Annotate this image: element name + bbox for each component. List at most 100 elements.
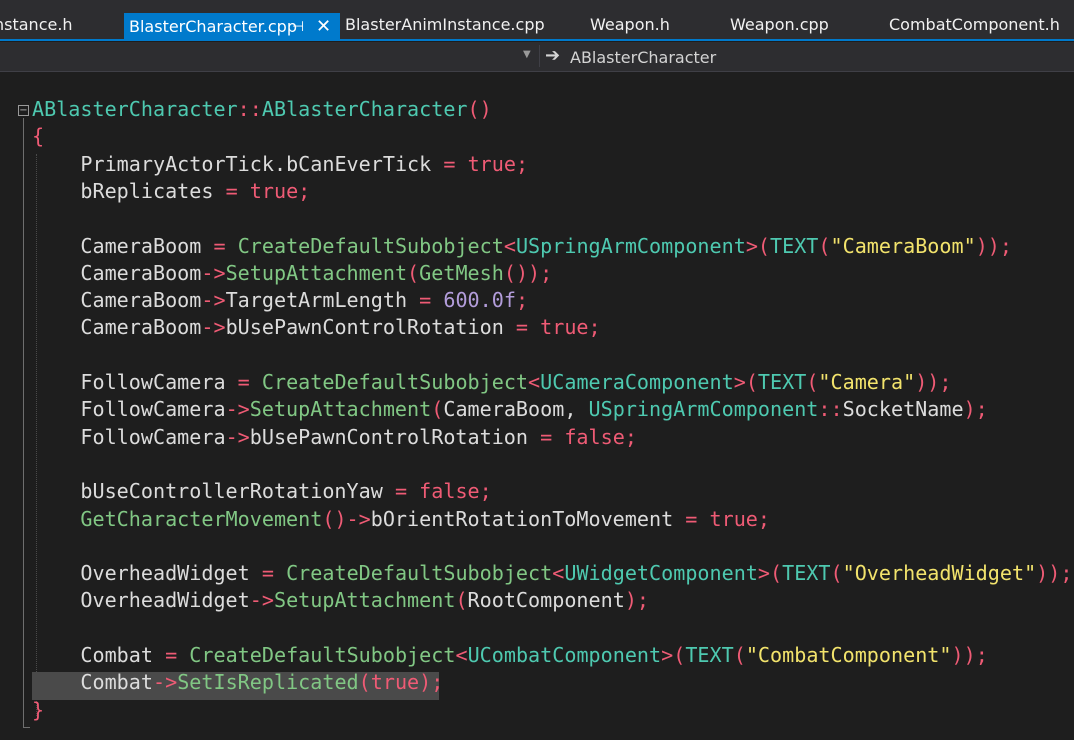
code-token: , — [564, 397, 589, 422]
tab-weapon-cpp[interactable]: Weapon.cpp — [730, 11, 829, 39]
tab-label: BlasterAnimInstance.cpp — [345, 15, 545, 34]
code-token: TEXT — [685, 643, 734, 667]
code-token: "CombatComponent" — [745, 643, 952, 667]
code-token: )); — [951, 643, 988, 667]
code-token: >( — [733, 370, 758, 394]
code-token: -> — [249, 588, 274, 613]
code-token: "OverheadWidget" — [842, 561, 1037, 586]
navbar-divider — [539, 45, 540, 67]
code-line[interactable]: PrimaryActorTick.bCanEverTick = true; — [32, 151, 528, 178]
code-token: ( — [455, 588, 468, 613]
tab-weapon-h[interactable]: Weapon.h — [590, 11, 670, 39]
member-dropdown[interactable]: ABlasterCharacter — [570, 48, 716, 68]
tab-instance-h[interactable]: nstance.h — [0, 11, 104, 39]
code-token: = — [261, 561, 274, 586]
code-token: USpringArmComponent — [515, 233, 746, 258]
code-line[interactable]: GetCharacterMovement()->bOrientRotationT… — [32, 506, 770, 533]
code-line[interactable]: FollowCamera->bUsePawnControlRotation = … — [32, 424, 637, 451]
tab-label: CombatComponent.h — [889, 15, 1060, 34]
code-line[interactable]: OverheadWidget->SetupAttachment(RootComp… — [32, 587, 649, 614]
code-token: ); — [963, 397, 988, 422]
code-token: CameraBoom — [443, 397, 565, 422]
code-token: -> — [152, 670, 178, 695]
code-token: = — [515, 315, 529, 340]
code-token: = — [394, 479, 408, 504]
code-token: ()); — [503, 260, 553, 285]
code-line[interactable]: Combat = CreateDefaultSubobject<UCombatC… — [32, 642, 988, 669]
code-token: < — [552, 561, 565, 586]
code-line[interactable]: { — [32, 123, 44, 150]
code-token: FollowCamera — [32, 424, 226, 449]
code-token: ABlasterCharacter — [32, 97, 238, 121]
code-token: UCameraComponent — [540, 370, 734, 394]
code-token: = — [685, 506, 698, 531]
code-token: )); — [1036, 561, 1073, 586]
code-token: ; — [479, 479, 492, 504]
code-line[interactable]: CameraBoom->SetupAttachment(GetMesh()); — [32, 260, 552, 287]
code-token: true — [249, 178, 299, 203]
code-token: ); — [419, 670, 444, 695]
code-token: :: — [237, 97, 262, 121]
tab-strip: nstance.h BlasterCharacter.cpp ⊣ ✕ Blast… — [0, 0, 1074, 41]
code-token: ; — [515, 288, 529, 313]
code-editor[interactable]: − ABlasterCharacter::ABlasterCharacter()… — [0, 72, 1074, 740]
code-token: bOrientRotationToMovement — [370, 506, 686, 531]
code-token: )); — [975, 233, 1012, 258]
code-token: FollowCamera — [32, 397, 226, 422]
code-token: GetMesh — [419, 260, 504, 285]
code-line[interactable]: CameraBoom->TargetArmLength = 600.0f; — [32, 287, 528, 314]
code-line[interactable]: FollowCamera->SetupAttachment(CameraBoom… — [32, 396, 988, 423]
code-token: Combat — [32, 670, 153, 695]
code-token: } — [32, 697, 45, 722]
code-token: bCanEverTick — [286, 151, 444, 176]
fold-guide-end — [23, 727, 30, 728]
code-token: ; — [757, 506, 770, 531]
code-token: < — [528, 370, 541, 394]
chevron-down-icon[interactable]: ▼ — [523, 49, 531, 60]
code-line[interactable]: OverheadWidget = CreateDefaultSubobject<… — [32, 560, 1072, 587]
code-line[interactable]: ABlasterCharacter::ABlasterCharacter() — [32, 96, 492, 123]
code-token: >( — [661, 643, 686, 667]
close-icon[interactable]: ✕ — [316, 13, 331, 41]
code-token: CameraBoom — [32, 315, 202, 340]
collapse-toggle-icon[interactable]: − — [18, 105, 29, 116]
code-line[interactable]: bReplicates = true; — [32, 178, 310, 205]
code-token: true — [370, 670, 420, 695]
tab-blastercharacter-cpp[interactable]: BlasterCharacter.cpp ⊣ ✕ — [124, 13, 340, 41]
code-token: 600.0f — [443, 288, 516, 313]
code-token: OverheadWidget — [32, 588, 250, 613]
code-token: SetupAttachment — [273, 588, 456, 613]
code-token: RootComponent — [467, 588, 625, 613]
code-token: ; — [298, 178, 311, 203]
code-token: ( — [733, 643, 746, 667]
tab-blasteraniminstance-cpp[interactable]: BlasterAnimInstance.cpp — [345, 11, 545, 39]
code-line[interactable]: Combat->SetIsReplicated(true); — [32, 669, 443, 696]
fold-guide-line — [23, 118, 24, 728]
code-token: false — [419, 479, 480, 504]
code-line[interactable]: bUseControllerRotationYaw = false; — [32, 478, 492, 505]
code-token: CreateDefaultSubobject — [286, 561, 553, 586]
code-line[interactable]: FollowCamera = CreateDefaultSubobject<UC… — [32, 369, 952, 396]
code-line[interactable]: CameraBoom->bUsePawnControlRotation = tr… — [32, 314, 600, 341]
code-token: SetIsReplicated — [177, 670, 359, 695]
tab-label: Weapon.h — [590, 15, 670, 34]
code-token: )); — [915, 370, 952, 394]
pin-icon[interactable]: ⊣ — [292, 13, 304, 41]
arrow-right-icon: ➔ — [545, 45, 561, 66]
code-token: PrimaryActorTick — [32, 151, 274, 176]
code-line[interactable]: } — [32, 697, 44, 724]
code-token: ( — [830, 561, 843, 586]
code-token: bUsePawnControlRotation — [225, 315, 516, 340]
tab-label: BlasterCharacter.cpp — [129, 17, 297, 36]
code-token: = — [213, 233, 226, 258]
code-token: ( — [806, 370, 819, 394]
tab-combatcomponent-h[interactable]: CombatComponent.h — [889, 11, 1060, 39]
code-token: GetCharacterMovement — [80, 506, 323, 531]
code-token: -> — [225, 397, 250, 422]
code-token: >( — [745, 233, 771, 258]
code-line[interactable]: CameraBoom = CreateDefaultSubobject<USpr… — [32, 233, 1012, 260]
